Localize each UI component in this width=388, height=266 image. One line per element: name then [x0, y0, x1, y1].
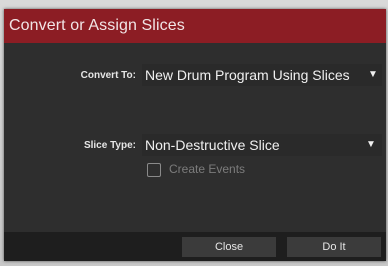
do-it-button[interactable]: Do It [287, 237, 381, 257]
slice-type-label: Slice Type: [83, 140, 136, 151]
create-events-checkbox[interactable] [147, 163, 161, 177]
convert-to-label: Convert To: [80, 70, 136, 81]
convert-or-assign-slices-dialog: Convert or Assign Slices Convert To: New… [4, 9, 386, 261]
convert-to-dropdown[interactable]: New Drum Program Using Slices ▼ [142, 64, 382, 86]
caret-down-icon: ▼ [368, 69, 378, 80]
caret-down-icon: ▼ [366, 139, 376, 150]
dialog-title-bar: Convert or Assign Slices [4, 9, 386, 43]
close-button[interactable]: Close [182, 237, 276, 257]
dialog-body: Convert To: New Drum Program Using Slice… [4, 43, 386, 232]
dialog-footer: Close Do It [4, 232, 386, 261]
slice-type-dropdown[interactable]: Non-Destructive Slice ▼ [142, 134, 382, 156]
dialog-title: Convert or Assign Slices [9, 17, 185, 34]
create-events-label: Create Events [169, 162, 246, 176]
slice-type-value: Non-Destructive Slice [145, 137, 280, 153]
convert-to-value: New Drum Program Using Slices [145, 67, 350, 83]
